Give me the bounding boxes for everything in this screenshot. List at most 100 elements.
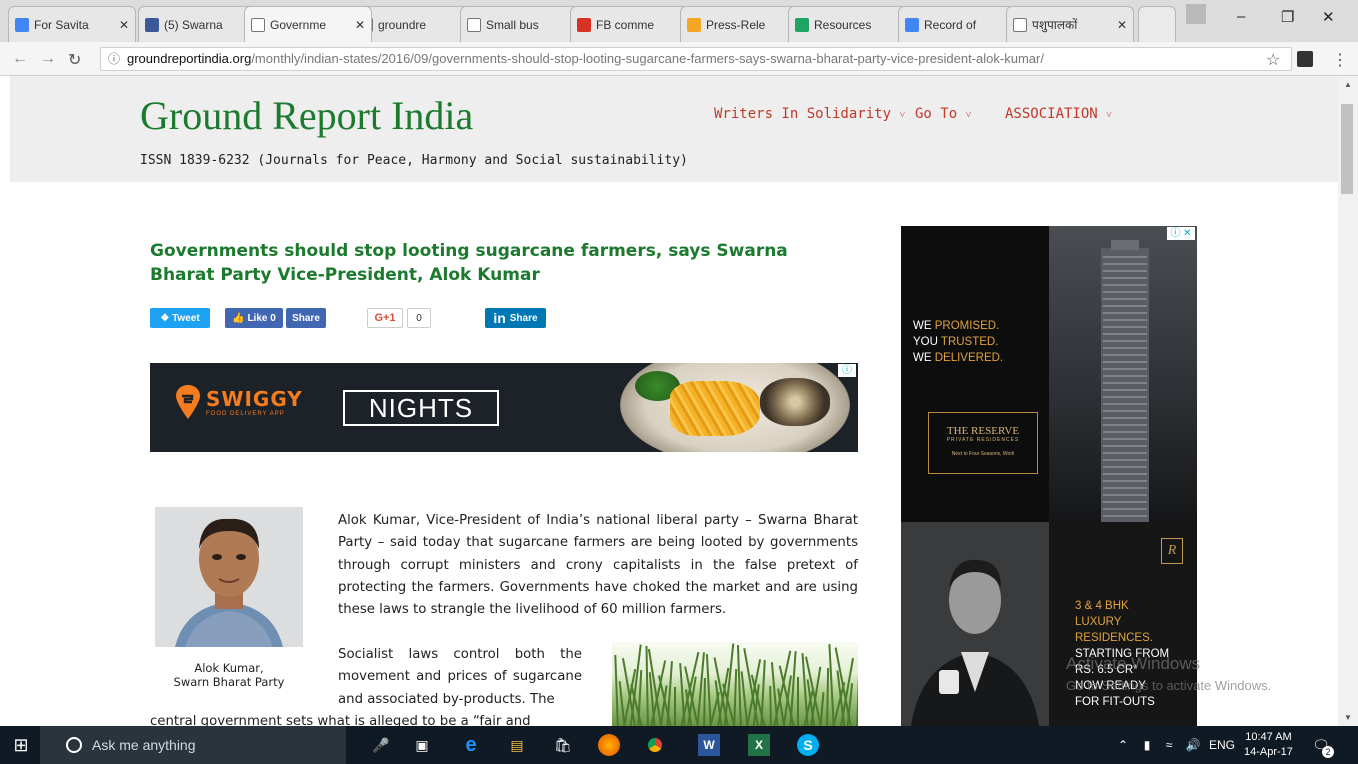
task-view-icon[interactable]: ▣ bbox=[411, 734, 433, 756]
brand-monogram-icon: R bbox=[1161, 538, 1183, 564]
tower-floor-line bbox=[1103, 501, 1147, 503]
chrome-icon[interactable] bbox=[644, 734, 666, 756]
gplus-label: G+1 bbox=[374, 312, 396, 324]
tower-floor-line bbox=[1103, 424, 1147, 426]
minimize-icon[interactable]: – bbox=[1237, 8, 1245, 25]
fb-like-button[interactable]: 👍 Like 0 bbox=[225, 308, 283, 328]
nav-goto[interactable]: Go To ˅ bbox=[915, 106, 971, 122]
url-host: groundreportindia.org bbox=[127, 51, 252, 66]
browser-tab[interactable]: पशुपालकों ✕ bbox=[1006, 6, 1134, 42]
tower-floor-line bbox=[1103, 466, 1147, 468]
browser-tab[interactable]: For Savita ✕ bbox=[8, 6, 136, 42]
sugarcane-image bbox=[612, 642, 858, 726]
tower-floor-line bbox=[1103, 410, 1147, 412]
fish-image bbox=[760, 378, 830, 426]
chevron-down-icon: ˅ bbox=[1106, 110, 1112, 121]
browser-tab-label: (5) Swarna bbox=[164, 17, 223, 32]
chevron-down-icon: ˅ bbox=[899, 110, 906, 121]
word-icon[interactable]: W bbox=[698, 734, 720, 756]
browser-tab[interactable]: Governme ✕ bbox=[244, 6, 372, 42]
tower-floor-line bbox=[1103, 494, 1147, 496]
ad-luxury-panel: R 3 & 4 BHK LUXURY RESIDENCES. STARTING … bbox=[1049, 522, 1197, 726]
clock[interactable]: 10:47 AM 14-Apr-17 bbox=[1244, 730, 1293, 760]
fb-like-label: Like 0 bbox=[247, 312, 276, 324]
site-title[interactable]: Ground Report India bbox=[140, 92, 473, 139]
linkedin-share-button[interactable]: in Share bbox=[485, 308, 546, 328]
skype-icon[interactable]: S bbox=[797, 734, 819, 756]
volume-icon[interactable]: 🔊 bbox=[1182, 734, 1204, 756]
url-field[interactable]: ⓘ groundreportindia.org/monthly/indian-s… bbox=[100, 47, 1292, 71]
scroll-up-icon[interactable]: ▲ bbox=[1344, 80, 1352, 89]
ad-promise-text: WE PROMISED. YOU TRUSTED. WE DELIVERED. bbox=[913, 318, 1003, 366]
nav-association[interactable]: ASSOCIATION ˅ bbox=[1005, 106, 1112, 122]
wifi-icon[interactable]: ≈ bbox=[1158, 734, 1180, 756]
back-icon[interactable]: ← bbox=[12, 50, 28, 68]
cortana-search[interactable]: Ask me anything bbox=[40, 726, 346, 764]
tower-floor-line bbox=[1103, 326, 1147, 328]
nav-association-label: ASSOCIATION bbox=[1005, 106, 1098, 122]
profile-icon[interactable] bbox=[1186, 4, 1206, 24]
bookmark-star-icon[interactable]: ☆ bbox=[1266, 50, 1280, 70]
reload-icon[interactable]: ↻ bbox=[68, 50, 81, 70]
activate-windows-title: Activate Windows bbox=[1066, 654, 1201, 673]
sugarcane-leaf bbox=[855, 659, 858, 726]
tower-floor-line bbox=[1103, 347, 1147, 349]
browser-tab-label: Press-Rele bbox=[706, 17, 766, 32]
menu-icon[interactable]: ⋮ bbox=[1332, 50, 1348, 70]
edge-icon[interactable]: e bbox=[460, 734, 482, 756]
battery-icon[interactable]: ▮ bbox=[1136, 734, 1158, 756]
close-tab-icon[interactable]: ✕ bbox=[1117, 18, 1127, 32]
new-tab-button[interactable] bbox=[1138, 6, 1176, 42]
browser-tab-strip: For Savita ✕ (5) Swarna ✕ Governme ✕ groundre ✕… bbox=[0, 0, 1358, 42]
gplus-button[interactable]: G+1 bbox=[367, 308, 403, 328]
info-icon[interactable]: ⓘ bbox=[108, 48, 120, 70]
store-icon[interactable]: 🛍 bbox=[552, 734, 574, 756]
adchoices-icon[interactable]: ⓘ bbox=[838, 364, 856, 377]
sugarcane-leaf bbox=[614, 655, 620, 726]
tray-expand-icon[interactable]: ⌃ bbox=[1112, 734, 1134, 756]
gplus-count-label: 0 bbox=[416, 312, 422, 324]
restore-icon[interactable]: ❐ bbox=[1281, 8, 1294, 26]
scrollbar-thumb[interactable] bbox=[1341, 104, 1353, 194]
site-issn: ISSN 1839-6232 (Journals for Peace, Harm… bbox=[140, 153, 688, 168]
thumbs-up-icon: 👍 bbox=[232, 312, 248, 324]
browser-tab-label: Governme bbox=[270, 17, 327, 32]
excel-icon[interactable]: X bbox=[748, 734, 770, 756]
tower-floor-line bbox=[1103, 452, 1147, 454]
real-estate-ad[interactable]: WE PROMISED. YOU TRUSTED. WE DELIVERED. … bbox=[901, 226, 1197, 726]
browser-tab[interactable]: Resources✕ bbox=[788, 6, 916, 42]
web-page: Ground Report India ISSN 1839-6232 (Jour… bbox=[0, 76, 1338, 726]
browser-tab[interactable]: FB comme✕ bbox=[570, 6, 698, 42]
swiggy-ad-banner[interactable]: SWIGGY FOOD DELIVERY APP NIGHTS ⓘ bbox=[150, 363, 858, 452]
file-explorer-icon[interactable]: ▤ bbox=[506, 734, 528, 756]
firefox-icon[interactable] bbox=[598, 734, 620, 756]
close-tab-icon[interactable]: ✕ bbox=[119, 18, 129, 32]
activate-windows-sub: Go to Settings to activate Windows. bbox=[1066, 678, 1272, 693]
swiggy-name: SWIGGY bbox=[206, 387, 303, 411]
microphone-icon[interactable]: 🎤 bbox=[370, 734, 392, 756]
sbp-icon bbox=[687, 17, 701, 32]
tower-floor-line bbox=[1103, 368, 1147, 370]
url-path: /monthly/indian-states/2016/09/governmen… bbox=[251, 51, 1044, 66]
windows-start-icon[interactable]: ⊞ bbox=[10, 734, 32, 756]
reserve-location: Next to Four Seasons, Worli bbox=[951, 451, 1015, 457]
photo-caption: Alok Kumar, Swarn Bharat Party bbox=[152, 661, 306, 689]
nav-writers[interactable]: Writers In Solidarity ˅ bbox=[714, 106, 905, 122]
browser-tab[interactable]: Small bus✕ bbox=[460, 6, 588, 42]
adchoices-icon[interactable]: ⓘ ✕ bbox=[1167, 227, 1195, 240]
close-tab-icon[interactable]: ✕ bbox=[355, 18, 365, 32]
tweet-button[interactable]: ❖ Tweet bbox=[150, 308, 210, 328]
language-indicator[interactable]: ENG bbox=[1209, 738, 1235, 752]
lux-line-7: FOR FIT-OUTS bbox=[1075, 696, 1155, 708]
gmail-icon bbox=[577, 17, 591, 32]
fb-share-button[interactable]: Share bbox=[286, 308, 326, 328]
sugarcane-leaf bbox=[768, 685, 772, 726]
close-window-icon[interactable]: ✕ bbox=[1322, 8, 1335, 26]
caption-line-2: Swarn Bharat Party bbox=[173, 675, 285, 689]
man-portrait-image bbox=[901, 522, 1049, 726]
extension-icon[interactable] bbox=[1297, 51, 1313, 67]
scroll-down-icon[interactable]: ▼ bbox=[1344, 713, 1352, 722]
lux-line-3: RESIDENCES. bbox=[1075, 632, 1153, 644]
forward-icon[interactable]: → bbox=[40, 50, 56, 68]
tower-floor-line bbox=[1103, 263, 1147, 265]
